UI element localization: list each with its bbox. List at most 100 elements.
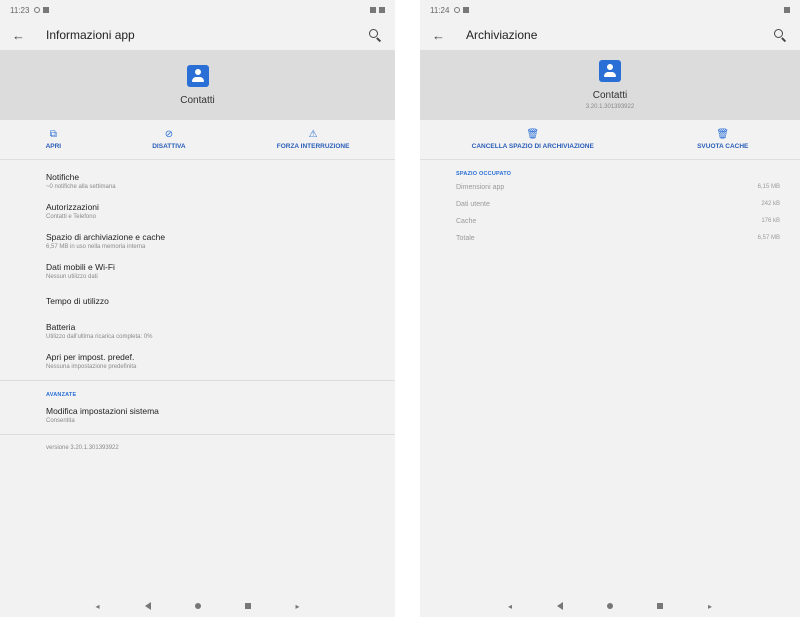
recents-square-icon xyxy=(244,603,251,609)
home-nav-button[interactable] xyxy=(605,601,615,611)
force-stop-button[interactable]: ⚠ FORZA INTERRUZIONE xyxy=(276,128,350,150)
storage-list: SPAZIO OCCUPATO Dimensioni app 6,15 MB D… xyxy=(420,160,800,247)
list-item-data-usage[interactable]: Dati mobili e Wi-Fi Nessun utilizzo dati xyxy=(0,256,395,286)
recents-nav-button[interactable] xyxy=(655,601,665,611)
storage-value: 6,15 MB xyxy=(757,184,780,190)
list-item-subtitle: Utilizzo dall'ultima ricarica completa: … xyxy=(46,334,153,340)
trash-icon: 🗑 xyxy=(526,128,540,140)
home-nav-button[interactable] xyxy=(193,601,203,611)
list-item-title: Notifiche xyxy=(46,172,80,182)
storage-label: Totale xyxy=(456,235,475,242)
status-bar: 11:24 xyxy=(420,0,800,20)
app-header: Contatti xyxy=(0,50,395,120)
clear-cache-label: SVUOTA CACHE xyxy=(697,142,749,150)
contacts-app-icon xyxy=(186,64,209,87)
storage-screen: 11:24 ← Archiviazione Contatti 3.20.1.30… xyxy=(420,0,800,617)
settings-status-icon xyxy=(34,7,41,13)
recents-nav-button[interactable] xyxy=(243,601,253,611)
storage-row-user-data: Dati utente 242 kB xyxy=(420,196,800,213)
storage-label: Dati utente xyxy=(456,201,490,208)
app-header: Contatti 3.20.1.301393922 xyxy=(420,50,800,120)
nav-bar: ◂ ▸ xyxy=(420,595,800,617)
list-item-subtitle: Contatti e Telefono xyxy=(46,214,96,220)
disable-label: DISATTIVA xyxy=(152,142,186,150)
disable-button[interactable]: ⊘ DISATTIVA xyxy=(152,128,186,150)
app-info-screen: 11:23 ← Informazioni app Contatti ⧉ APRI… xyxy=(0,0,395,617)
list-item-storage[interactable]: Spazio di archiviazione e cache 6,57 MB … xyxy=(0,226,395,256)
list-item-title: Modifica impostazioni sistema xyxy=(46,406,159,416)
trash-icon: 🗑 xyxy=(716,128,730,140)
back-arrow-icon[interactable]: ← xyxy=(432,28,454,43)
list-item-title: Dati mobili e Wi-Fi xyxy=(46,262,115,272)
open-icon: ⧉ xyxy=(49,128,57,140)
advanced-section-label: AVANZATE xyxy=(46,392,77,398)
status-time: 11:23 xyxy=(10,5,30,15)
storage-row-cache: Cache 176 kB xyxy=(420,213,800,230)
list-item-subtitle: Nessuna impostazione predefinita xyxy=(46,364,137,370)
app-name: Contatti xyxy=(592,90,628,101)
clear-storage-label: CANCELLA SPAZIO DI ARCHIVIAZIONE xyxy=(471,142,594,150)
volume-down-icon[interactable]: ◂ xyxy=(93,601,103,611)
back-triangle-icon xyxy=(144,602,151,610)
list-item-title: Apri per impost. predef. xyxy=(46,352,135,362)
status-time: 11:24 xyxy=(430,5,450,15)
storage-value: 6,57 MB xyxy=(757,235,780,241)
volume-down-icon[interactable]: ◂ xyxy=(505,601,515,611)
list-item-title: Batteria xyxy=(46,322,76,332)
list-item-notifications[interactable]: Notifiche ~0 notifiche alla settimana xyxy=(0,166,395,196)
search-icon[interactable] xyxy=(772,27,788,43)
list-item-modify-system-settings[interactable]: Modifica impostazioni sistema Consentita xyxy=(0,400,395,430)
force-stop-label: FORZA INTERRUZIONE xyxy=(276,142,350,150)
warning-icon: ⚠ xyxy=(308,128,318,140)
back-nav-button[interactable] xyxy=(555,601,565,611)
recents-square-icon xyxy=(657,603,663,609)
app-bar: ← Archiviazione xyxy=(420,20,800,50)
status-bar: 11:23 xyxy=(0,0,395,20)
list-item-subtitle: Nessun utilizzo dati xyxy=(46,274,98,280)
home-circle-icon xyxy=(194,603,201,609)
app-name: Contatti xyxy=(180,94,215,106)
back-arrow-icon[interactable]: ← xyxy=(12,28,34,43)
volume-up-icon[interactable]: ▸ xyxy=(705,601,715,611)
list-item-battery[interactable]: Batteria Utilizzo dall'ultima ricarica c… xyxy=(0,316,395,346)
settings-status-icon xyxy=(454,7,461,13)
home-circle-icon xyxy=(607,603,613,609)
back-triangle-icon xyxy=(557,602,563,610)
notification-status-icon xyxy=(463,7,470,13)
space-used-section-label: SPAZIO OCCUPATO xyxy=(456,171,512,177)
clear-cache-button[interactable]: 🗑 SVUOTA CACHE xyxy=(697,128,749,150)
open-button[interactable]: ⧉ APRI xyxy=(45,128,62,150)
notification-status-icon xyxy=(43,7,50,13)
storage-label: Dimensioni app xyxy=(456,184,505,191)
wifi-status-icon xyxy=(370,7,376,13)
storage-value: 242 kB xyxy=(761,201,780,207)
back-nav-button[interactable] xyxy=(143,601,153,611)
storage-label: Cache xyxy=(456,218,477,225)
list-item-subtitle: ~0 notifiche alla settimana xyxy=(46,184,116,190)
wifi-status-icon xyxy=(784,7,790,13)
list-item-subtitle: Consentita xyxy=(46,418,75,424)
page-title: Archiviazione xyxy=(466,28,538,42)
divider xyxy=(0,434,395,435)
storage-row-total: Totale 6,57 MB xyxy=(420,230,800,247)
storage-value: 176 kB xyxy=(761,218,780,224)
app-version-text: versione 3.20.1.301393922 xyxy=(46,445,119,451)
search-icon[interactable] xyxy=(367,27,383,43)
action-bar: 🗑 CANCELLA SPAZIO DI ARCHIVIAZIONE 🗑 SVU… xyxy=(420,120,800,160)
divider xyxy=(0,380,395,381)
disable-icon: ⊘ xyxy=(164,128,174,140)
storage-row-app-size: Dimensioni app 6,15 MB xyxy=(420,179,800,196)
list-item-permissions[interactable]: Autorizzazioni Contatti e Telefono xyxy=(0,196,395,226)
clear-storage-button[interactable]: 🗑 CANCELLA SPAZIO DI ARCHIVIAZIONE xyxy=(471,128,594,150)
open-label: APRI xyxy=(45,142,62,150)
list-item-open-by-default[interactable]: Apri per impost. predef. Nessuna imposta… xyxy=(0,346,395,376)
battery-status-icon xyxy=(379,7,385,13)
page-title: Informazioni app xyxy=(46,28,135,42)
list-item-subtitle: 6,57 MB in uso nella memoria interna xyxy=(46,244,146,250)
list-item-title: Autorizzazioni xyxy=(46,202,99,212)
action-bar: ⧉ APRI ⊘ DISATTIVA ⚠ FORZA INTERRUZIONE xyxy=(0,120,395,160)
volume-up-icon[interactable]: ▸ xyxy=(293,601,303,611)
list-item-screen-time[interactable]: Tempo di utilizzo xyxy=(0,286,395,316)
list-item-title: Spazio di archiviazione e cache xyxy=(46,232,166,242)
app-bar: ← Informazioni app xyxy=(0,20,395,50)
